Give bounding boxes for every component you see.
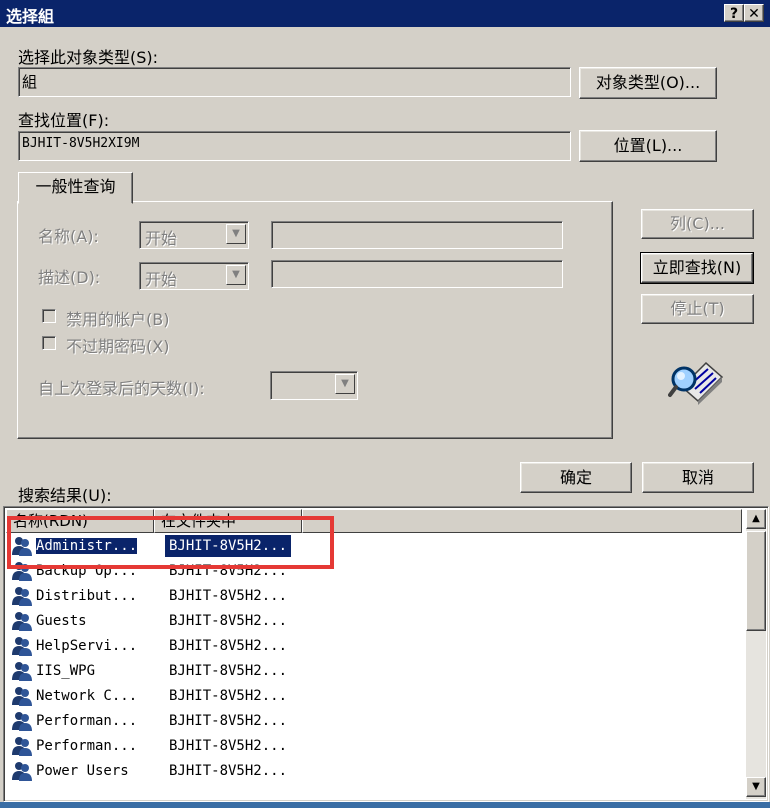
row-folder: BJHIT-8V5H2... <box>169 713 288 729</box>
table-row[interactable]: HelpServi... BJHIT-8V5H2... <box>6 633 746 658</box>
results-rows: Administr... BJHIT-8V5H2... Backup Op...… <box>6 533 744 801</box>
row-name: Distribut... <box>36 588 138 604</box>
row-folder: BJHIT-8V5H2... <box>169 663 288 679</box>
nonexpiring-password-label: 不过期密码(X) <box>66 337 170 356</box>
table-row[interactable]: Backup Op... BJHIT-8V5H2... <box>6 558 746 583</box>
close-button[interactable]: ✕ <box>744 4 764 22</box>
object-type-field: 組 <box>18 67 571 97</box>
cancel-button[interactable]: 取消 <box>642 462 754 493</box>
column-header-folder[interactable]: 在文件夹中 <box>154 509 302 533</box>
table-row[interactable]: Network C... BJHIT-8V5H2... <box>6 683 746 708</box>
row-folder: BJHIT-8V5H2... <box>169 638 288 654</box>
name-label: 名称(A): <box>38 227 99 246</box>
row-folder: BJHIT-8V5H2... <box>169 688 288 704</box>
column-header-filler <box>302 509 742 533</box>
group-icon <box>12 537 32 556</box>
disabled-accounts-label: 禁用的帐户(B) <box>66 310 170 329</box>
row-folder: BJHIT-8V5H2... <box>169 588 288 604</box>
group-icon <box>12 637 32 656</box>
location-value: BJHIT-8V5H2XI9M <box>22 136 140 151</box>
group-icon <box>12 762 32 781</box>
name-input[interactable] <box>271 221 563 249</box>
group-icon <box>12 662 32 681</box>
row-name-cell: Power Users <box>10 760 129 782</box>
description-label: 描述(D): <box>38 268 101 287</box>
scroll-down-icon[interactable]: ▼ <box>746 777 766 797</box>
find-now-button[interactable]: 立即查找(N) <box>640 252 754 284</box>
row-name-cell: Backup Op... <box>10 560 137 582</box>
name-match-combo[interactable]: 开始 ▼ <box>139 221 249 249</box>
row-name: Power Users <box>36 763 129 779</box>
row-name: IIS_WPG <box>36 663 96 679</box>
row-name: Backup Op... <box>36 563 138 579</box>
stop-button[interactable]: 停止(T) <box>641 294 754 324</box>
group-icon <box>12 712 32 731</box>
row-folder: BJHIT-8V5H2... <box>169 613 288 629</box>
row-name-cell: HelpServi... <box>10 635 137 657</box>
table-row[interactable]: Power Users BJHIT-8V5H2... <box>6 758 746 783</box>
table-row[interactable]: Performan... BJHIT-8V5H2... <box>6 708 746 733</box>
description-match-value: 开始 <box>145 270 178 289</box>
search-directory-icon <box>668 361 724 405</box>
nonexpiring-password-checkbox[interactable] <box>42 336 56 350</box>
taskbar-edge <box>0 802 770 808</box>
row-name-cell: Network C... <box>10 685 137 707</box>
days-since-logon-label: 自上次登录后的天数(I): <box>38 379 205 398</box>
group-icon <box>12 562 32 581</box>
scroll-up-icon[interactable]: ▲ <box>746 509 766 529</box>
row-name-cell: Distribut... <box>10 585 137 607</box>
vertical-scrollbar[interactable]: ▲ ▼ <box>746 509 766 799</box>
locations-button[interactable]: 位置(L)... <box>579 130 717 162</box>
location-field: BJHIT-8V5H2XI9M <box>18 131 571 161</box>
row-folder: BJHIT-8V5H2... <box>169 763 288 779</box>
group-icon <box>12 687 32 706</box>
results-list[interactable]: 名称(RDN) 在文件夹中 Administr... BJHIT-8V5H2..… <box>3 506 769 802</box>
row-folder: BJHIT-8V5H2... <box>165 535 292 557</box>
disabled-accounts-checkbox[interactable] <box>42 309 56 323</box>
search-results-label: 搜索结果(U): <box>18 486 112 505</box>
row-name: Administr... <box>36 538 138 554</box>
description-match-combo[interactable]: 开始 ▼ <box>139 262 249 290</box>
object-types-button[interactable]: 对象类型(O)... <box>579 67 717 99</box>
table-row[interactable]: Administr... BJHIT-8V5H2... <box>6 533 746 558</box>
row-name-cell: Administr... <box>10 535 138 557</box>
table-row[interactable]: IIS_WPG BJHIT-8V5H2... <box>6 658 746 683</box>
chevron-down-icon: ▼ <box>226 265 246 285</box>
object-type-label: 选择此对象类型(S): <box>18 48 159 67</box>
table-row[interactable]: Distribut... BJHIT-8V5H2... <box>6 583 746 608</box>
row-name: Performan... <box>36 713 138 729</box>
object-type-value: 組 <box>22 73 38 91</box>
group-icon <box>12 587 32 606</box>
column-header-name[interactable]: 名称(RDN) <box>6 509 154 533</box>
location-label: 查找位置(F): <box>18 111 110 130</box>
scroll-thumb[interactable] <box>746 531 766 631</box>
table-row[interactable]: Performan... BJHIT-8V5H2... <box>6 733 746 758</box>
columns-button[interactable]: 列(C)... <box>641 209 754 239</box>
name-match-value: 开始 <box>145 229 178 248</box>
row-name: HelpServi... <box>36 638 138 654</box>
row-name-cell: Performan... <box>10 735 137 757</box>
description-input[interactable] <box>271 260 563 288</box>
ok-button[interactable]: 确定 <box>520 462 632 493</box>
group-icon <box>12 737 32 756</box>
title-bar: 选择組 ? ✕ <box>0 0 770 27</box>
row-name-cell: Guests <box>10 610 87 632</box>
table-row[interactable]: Guests BJHIT-8V5H2... <box>6 608 746 633</box>
row-folder: BJHIT-8V5H2... <box>169 563 288 579</box>
help-button[interactable]: ? <box>724 4 744 22</box>
days-since-logon-combo[interactable]: ▼ <box>270 371 358 400</box>
chevron-down-icon: ▼ <box>226 224 246 244</box>
tab-general-queries[interactable]: 一般性查询 <box>18 172 133 204</box>
row-name: Network C... <box>36 688 138 704</box>
row-folder: BJHIT-8V5H2... <box>169 738 288 754</box>
row-name-cell: Performan... <box>10 710 137 732</box>
window-title: 选择組 <box>6 7 55 26</box>
group-icon <box>12 612 32 631</box>
row-name: Guests <box>36 613 87 629</box>
row-name: Performan... <box>36 738 138 754</box>
row-name-cell: IIS_WPG <box>10 660 95 682</box>
chevron-down-icon: ▼ <box>335 374 355 394</box>
